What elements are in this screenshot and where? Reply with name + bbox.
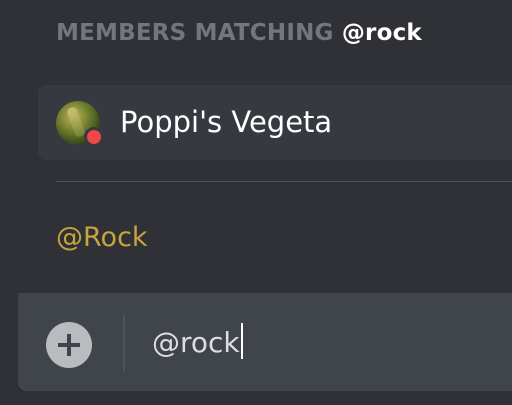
divider <box>56 181 512 182</box>
role-suggestion[interactable]: @Rock <box>56 222 148 253</box>
text-caret <box>240 323 243 359</box>
plus-circle-icon <box>58 334 80 356</box>
autocomplete-header: MEMBERS MATCHING @rock <box>56 20 422 46</box>
avatar <box>56 101 104 147</box>
header-prefix: MEMBERS MATCHING <box>56 20 334 46</box>
message-input-text: @rock <box>152 326 240 359</box>
composer-divider <box>123 315 125 371</box>
message-input[interactable]: @rock <box>152 323 243 359</box>
autocomplete-popup: MEMBERS MATCHING @rock Poppi's Vegeta @R… <box>18 0 512 293</box>
left-panel-edge <box>0 0 18 405</box>
header-query: @rock <box>341 20 422 46</box>
avatar-image <box>66 106 86 138</box>
member-suggestion[interactable]: Poppi's Vegeta <box>38 85 512 160</box>
bottom-edge <box>18 391 512 405</box>
member-name: Poppi's Vegeta <box>120 105 333 139</box>
message-composer: @rock <box>18 293 512 391</box>
attach-button[interactable] <box>46 322 92 368</box>
status-dnd-icon <box>84 127 104 147</box>
